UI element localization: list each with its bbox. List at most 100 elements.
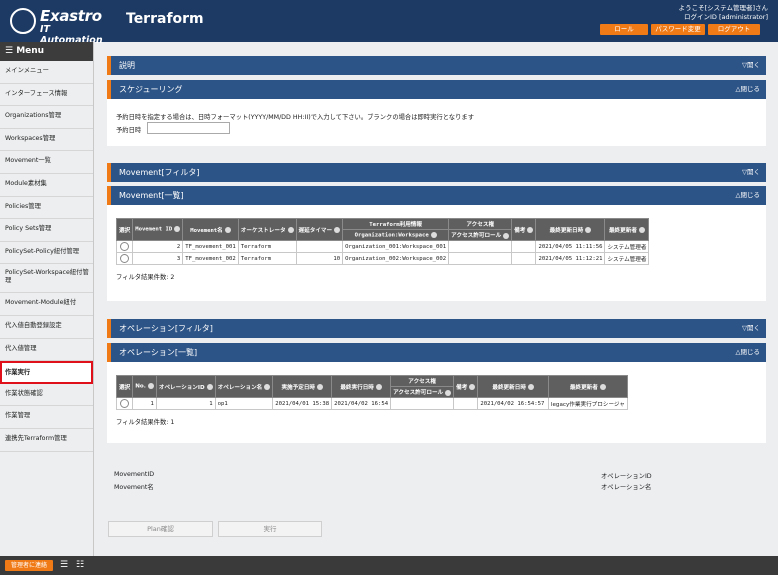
page-title: Terraform — [126, 11, 204, 27]
sort-icon[interactable] — [527, 384, 534, 390]
col-access-role[interactable]: アクセス許可ロール — [448, 229, 513, 241]
table-row[interactable]: 3 TF_movement_002 Terraform 10 Organizat… — [115, 252, 650, 265]
col-last-run[interactable]: 最終実行日時 — [331, 375, 392, 398]
sidebar-item-policyset-workspace[interactable]: PolicySet-Workspace紐付管理 — [0, 264, 93, 294]
sort-icon[interactable] — [174, 226, 181, 233]
list-view-icon[interactable]: ☰ — [60, 561, 69, 570]
col-updated[interactable]: 最終更新日時 — [535, 218, 606, 241]
close-toggle[interactable]: △閉じる — [736, 186, 761, 205]
section-operation-filter[interactable]: オペレーション[フィルタ] ▽開く — [107, 319, 766, 338]
col-access-role[interactable]: アクセス許可ロール — [390, 386, 455, 398]
plan-check-button[interactable]: Plan確認 — [108, 521, 213, 537]
col-delay-timer[interactable]: 遅延タイマー — [295, 218, 344, 241]
open-toggle[interactable]: ▽開く — [742, 56, 760, 75]
close-toggle[interactable]: △閉じる — [736, 80, 761, 99]
sort-icon[interactable] — [445, 389, 452, 396]
sidebar-item-auto-assign[interactable]: 代入値自動登録設定 — [0, 316, 93, 339]
sidebar-item-movement-list[interactable]: Movement一覧 — [0, 151, 93, 174]
sidebar-item-policy-sets[interactable]: Policy Sets管理 — [0, 219, 93, 242]
contact-admin-button[interactable]: 管理者に連絡 — [5, 560, 53, 571]
table-row[interactable]: 1 1 op1 2021/04/01 15:38 2021/04/02 16:5… — [115, 397, 628, 410]
sidebar-item-status[interactable]: 作業状態確認 — [0, 384, 93, 407]
open-toggle[interactable]: ▽開く — [742, 319, 760, 338]
sidebar-item-main-menu[interactable]: メインメニュー — [0, 61, 93, 84]
sort-icon[interactable] — [469, 384, 476, 390]
sidebar-item-terraform-link[interactable]: 連携先Terraform管理 — [0, 429, 93, 452]
col-no[interactable]: No. — [132, 375, 157, 398]
sort-icon[interactable] — [334, 227, 341, 233]
sort-icon[interactable] — [585, 227, 592, 233]
logo-line1: Exastro — [40, 7, 102, 25]
schedule-label: 予約日時 — [116, 127, 142, 134]
sort-icon[interactable] — [599, 384, 606, 390]
sort-icon[interactable] — [638, 227, 645, 233]
section-description[interactable]: 説明 ▽開く — [107, 56, 766, 75]
movement-list-panel: 選択 Movement ID Movement名 オーケストレータ 遅延タイマー… — [107, 205, 766, 301]
col-select: 選択 — [115, 218, 134, 241]
selection-summary: MovementID Movement名 オペレーションID オペレーション名 — [107, 463, 766, 501]
sidebar-item-assign-values[interactable]: 代入値管理 — [0, 339, 93, 362]
sidebar-item-execute[interactable]: 作業実行 — [0, 361, 93, 384]
open-toggle[interactable]: ▽開く — [742, 163, 760, 182]
password-change-button[interactable]: パスワード変更 — [651, 24, 705, 35]
schedule-datetime-input[interactable] — [147, 122, 230, 134]
sort-icon[interactable] — [503, 232, 510, 239]
sidebar-item-policies[interactable]: Policies管理 — [0, 197, 93, 220]
col-remarks[interactable]: 備考 — [511, 218, 537, 241]
section-movement-filter[interactable]: Movement[フィルタ] ▽開く — [107, 163, 766, 182]
sidebar-item-organizations[interactable]: Organizations管理 — [0, 106, 93, 129]
cell-org-ws: Organization_002:Workspace_002 — [342, 252, 450, 265]
section-scheduling[interactable]: スケジューリング △閉じる — [107, 80, 766, 99]
col-planned-date[interactable]: 実施予定日時 — [272, 375, 333, 398]
sidebar-item-interface[interactable]: インターフェース情報 — [0, 84, 93, 107]
sort-icon[interactable] — [430, 231, 437, 238]
operation-filter-count: フィルタ結果件数: 1 — [116, 419, 175, 426]
sidebar-item-module[interactable]: Module素材集 — [0, 174, 93, 197]
app-header: Exastro IT Automation Terraform ようこそ[システ… — [0, 0, 778, 46]
sort-icon[interactable] — [527, 227, 534, 233]
detail-view-icon[interactable]: ☷ — [76, 561, 85, 570]
col-org-workspace[interactable]: Organization:Workspace — [342, 229, 450, 241]
section-movement-list[interactable]: Movement[一覧] △閉じる — [107, 186, 766, 205]
operation-table: 選択 No. オペレーションID オペレーション名 実施予定日時 最終実行日時 … — [115, 375, 628, 410]
sidebar: ☰ Menu メインメニュー インターフェース情報 Organizations管… — [0, 42, 94, 556]
row-radio[interactable] — [120, 254, 130, 263]
sort-icon[interactable] — [147, 383, 154, 390]
col-access: アクセス権 — [448, 218, 513, 230]
cell-orch: Terraform — [237, 240, 297, 253]
sort-icon[interactable] — [375, 384, 382, 390]
menu-header[interactable]: ☰ Menu — [0, 42, 93, 61]
col-updated[interactable]: 最終更新日時 — [477, 375, 549, 398]
cell-name: TF_movement_001 — [182, 240, 239, 253]
col-select: 選択 — [115, 375, 134, 398]
row-radio[interactable] — [120, 242, 130, 251]
col-access: アクセス権 — [390, 375, 455, 387]
cell-access-role — [390, 397, 455, 410]
sidebar-item-workspaces[interactable]: Workspaces管理 — [0, 129, 93, 152]
close-toggle[interactable]: △閉じる — [736, 343, 761, 362]
sort-icon[interactable] — [206, 384, 213, 390]
sort-icon[interactable] — [287, 227, 294, 233]
execute-button[interactable]: 実行 — [218, 521, 322, 537]
sort-icon[interactable] — [224, 227, 231, 233]
col-updater[interactable]: 最終更新者 — [604, 218, 650, 241]
role-button[interactable]: ロール — [600, 24, 648, 35]
sidebar-item-job-management[interactable]: 作業管理 — [0, 406, 93, 429]
logout-button[interactable]: ログアウト — [708, 24, 760, 35]
section-title: オペレーション[フィルタ] — [119, 324, 213, 333]
section-operation-list[interactable]: オペレーション[一覧] △閉じる — [107, 343, 766, 362]
col-operation-id[interactable]: オペレーションID — [155, 375, 216, 398]
col-remarks[interactable]: 備考 — [453, 375, 479, 398]
col-operation-name[interactable]: オペレーション名 — [214, 375, 274, 398]
table-row[interactable]: 2 TF_movement_001 Terraform Organization… — [115, 240, 650, 253]
col-movement-name[interactable]: Movement名 — [182, 218, 239, 241]
col-movement-id[interactable]: Movement ID — [132, 218, 184, 241]
sort-icon[interactable] — [264, 384, 271, 390]
col-updater[interactable]: 最終更新者 — [547, 375, 628, 398]
row-radio[interactable] — [120, 399, 130, 408]
sort-icon[interactable] — [317, 384, 324, 390]
col-orchestrator[interactable]: オーケストレータ — [237, 218, 297, 241]
cell-delay: 10 — [295, 252, 344, 265]
sidebar-item-policyset-policy[interactable]: PolicySet-Policy紐付管理 — [0, 242, 93, 265]
sidebar-item-movement-module[interactable]: Movement-Module紐付 — [0, 293, 93, 316]
